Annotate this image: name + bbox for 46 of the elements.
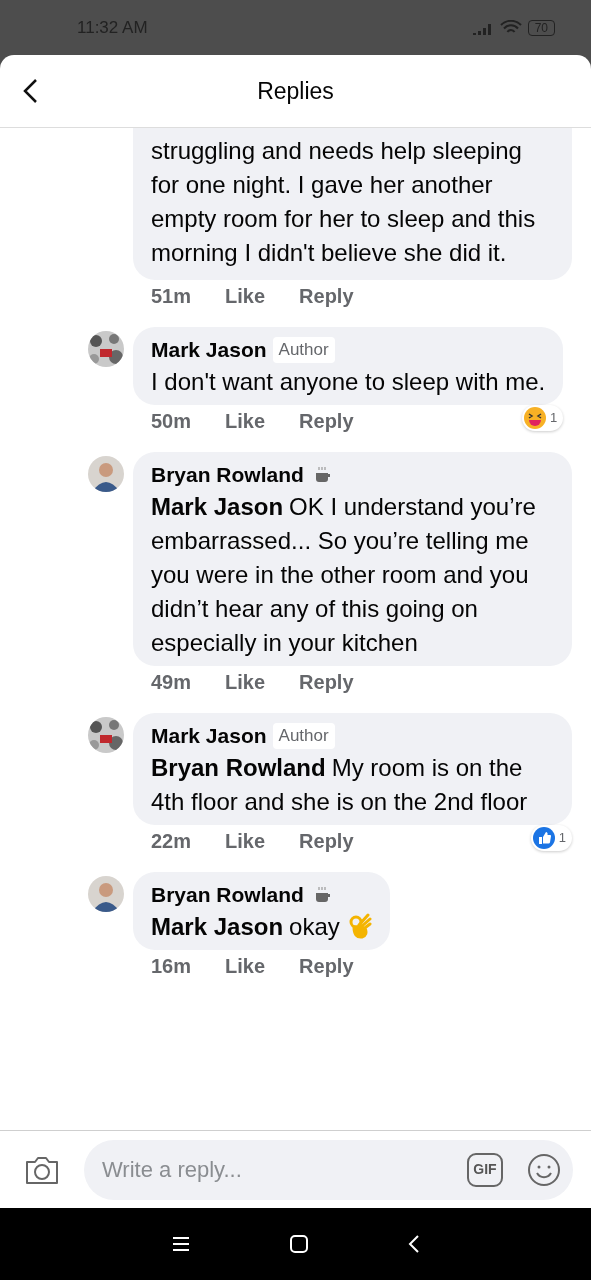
comment-time: 50m [151,409,192,434]
laughing-face-icon [523,407,546,429]
author-badge: Author [272,723,335,749]
coffee-cup-icon [313,886,332,904]
comment-action-link[interactable]: Like [225,667,266,697]
comment-time: 16m [151,954,192,979]
emoji-icon[interactable] [527,1152,561,1187]
back-icon[interactable] [407,1235,420,1253]
comment-action-link[interactable]: Like [225,281,266,311]
avatar[interactable] [88,456,124,492]
reaction-pill[interactable]: 1 [521,405,564,431]
author-name[interactable]: Bryan Rowland [151,879,304,911]
comment-text: Mark Jason OK I understand you’re embarrassed... So you’re telling me you were in the other room and you didn’t hear any of this going on especially in your kitchen [151,492,537,658]
comment-time: 51m [151,284,192,309]
reaction-count: 1 [549,409,558,428]
author-name[interactable]: Mark Jason [151,334,267,366]
avatar[interactable] [88,717,124,753]
author-name[interactable]: Mark Jason [151,720,267,752]
comment-action-link[interactable]: Like [225,826,266,856]
thumbs-up-icon [532,827,555,849]
reaction-pill[interactable]: 1 [530,825,572,851]
comment-action-link[interactable]: Like [225,406,266,436]
comment-action-link[interactable]: Reply [299,951,354,981]
comment-time: 22m [151,829,192,854]
comment-text: struggling and needs help sleeping for one night. I gave her another empty room for her to sleep and this morning I didn't believe she did it. [151,136,537,268]
comment-time: 49m [151,670,192,695]
page-title: Replies [257,76,334,106]
avatar[interactable] [88,331,124,367]
comment-text: Bryan Rowland My room is on the 4th floor and she is on the 2nd floor [151,753,529,817]
coffee-cup-icon [313,466,332,484]
avatar[interactable] [88,876,124,912]
comment-action-link[interactable]: Like [225,951,266,981]
comment-action-link[interactable]: Reply [299,281,354,311]
author-badge: Author [272,337,335,363]
comment-action-link[interactable]: Reply [299,826,354,856]
reaction-count: 1 [558,829,566,848]
reply-input-field[interactable]: Write a reply... GIF [84,1139,573,1200]
comment-text: I don't want anyone to sleep with me. [151,367,546,397]
comment-action-link[interactable]: Reply [299,667,354,697]
home-icon[interactable] [289,1235,308,1253]
gif-button[interactable]: GIF [467,1152,503,1187]
comment-text: Mark Jason okay [151,910,372,944]
ok-hand-icon [347,913,372,939]
author-name[interactable]: Bryan Rowland [151,459,304,491]
comment-action-link[interactable]: Reply [299,406,354,436]
menu-icon[interactable] [171,1236,190,1252]
